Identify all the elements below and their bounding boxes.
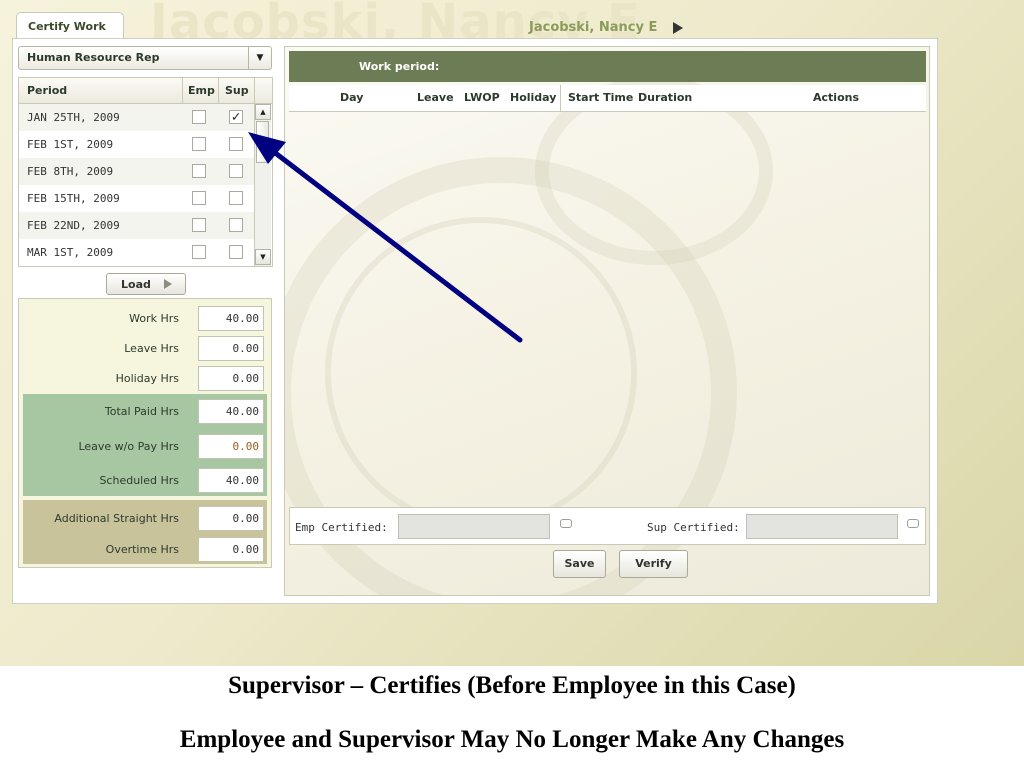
period-row[interactable]: FEB 8TH, 2009 [19, 158, 254, 185]
work-period-panel: Work period: Day Leave LWOP Holiday Star… [284, 46, 930, 596]
scheduled-hrs-field: 40.00 [198, 468, 264, 493]
period-date: MAR 1ST, 2009 [27, 246, 114, 259]
work-period-header: Work period: [289, 51, 926, 82]
col-day: Day [340, 91, 364, 104]
col-leave: Leave [417, 91, 454, 104]
period-row[interactable]: JAN 25TH, 2009 ✓ [19, 104, 254, 131]
header-divider [218, 78, 219, 103]
work-period-title: Work period: [359, 60, 440, 73]
current-user-name[interactable]: Jacobski, Nancy E [529, 20, 657, 35]
period-scrollbar[interactable]: ▲ ▼ [254, 104, 271, 266]
period-grid: Period Emp Sup JAN 25TH, 2009 ✓ FEB 1ST,… [18, 77, 273, 267]
col-holiday: Holiday [510, 91, 557, 104]
chevron-down-icon[interactable]: ▼ [248, 47, 271, 69]
header-sup: Sup [225, 84, 249, 97]
caption-line-2: Employee and Supervisor May No Longer Ma… [179, 726, 845, 753]
period-date: FEB 15TH, 2009 [27, 192, 120, 205]
load-button-label: Load [121, 278, 151, 291]
period-date: JAN 25TH, 2009 [27, 111, 120, 124]
leave-wo-pay-hrs-field: 0.00 [198, 434, 264, 459]
header-divider [254, 78, 255, 103]
period-date: FEB 22ND, 2009 [27, 219, 120, 232]
col-divider [560, 85, 561, 111]
period-date: FEB 1ST, 2009 [27, 138, 114, 151]
save-button[interactable]: Save [553, 550, 606, 578]
overtime-hrs-label: Overtime Hrs [105, 543, 179, 556]
total-paid-hrs-label: Total Paid Hrs [104, 405, 179, 418]
play-arrow-icon [164, 279, 172, 289]
col-actions: Actions [813, 91, 859, 104]
emp-checkbox[interactable] [192, 110, 206, 124]
header-period: Period [27, 84, 68, 97]
additional-straight-hrs-label: Additional Straight Hrs [54, 512, 179, 525]
additional-straight-hrs-field[interactable]: 0.00 [198, 506, 264, 531]
leave-wo-pay-hrs-label: Leave w/o Pay Hrs [78, 440, 179, 453]
sup-checkbox[interactable] [229, 191, 243, 205]
tab-certify-work[interactable]: Certify Work [16, 12, 124, 40]
period-row[interactable]: FEB 1ST, 2009 [19, 131, 254, 158]
role-select[interactable]: Human Resource Rep ▼ [18, 46, 272, 70]
certification-bar: Emp Certified: Sup Certified: [289, 507, 926, 545]
holiday-hrs-field: 0.00 [198, 366, 264, 391]
sup-certified-field [746, 514, 898, 539]
screenshot-area: Jacobski, Nancy E Certify Work Jacobski,… [0, 0, 1024, 666]
emp-certified-label: Emp Certified: [295, 521, 388, 534]
scheduled-hrs-label: Scheduled Hrs [99, 474, 179, 487]
total-paid-hrs-field: 40.00 [198, 399, 264, 424]
period-row[interactable]: FEB 15TH, 2009 [19, 185, 254, 212]
header-emp: Emp [188, 84, 215, 97]
sup-certified-label: Sup Certified: [647, 521, 740, 534]
scroll-thumb[interactable] [256, 121, 269, 163]
comment-bubble-icon[interactable] [907, 519, 919, 528]
scroll-down-icon[interactable]: ▼ [255, 249, 271, 265]
period-grid-header: Period Emp Sup [19, 78, 272, 104]
role-select-value: Human Resource Rep [27, 51, 160, 64]
emp-checkbox[interactable] [192, 164, 206, 178]
leave-hrs-field: 0.00 [198, 336, 264, 361]
emp-certified-field [398, 514, 550, 539]
load-button[interactable]: Load [106, 273, 186, 295]
header-divider [182, 78, 183, 103]
watch-ring-decor [325, 217, 637, 529]
work-hrs-field: 40.00 [198, 306, 264, 331]
user-expand-arrow-icon[interactable] [673, 22, 683, 34]
sup-checkbox[interactable]: ✓ [229, 110, 243, 124]
overtime-hrs-field[interactable]: 0.00 [198, 537, 264, 562]
period-row[interactable]: FEB 22ND, 2009 [19, 212, 254, 239]
emp-checkbox[interactable] [192, 218, 206, 232]
sup-checkbox[interactable] [229, 218, 243, 232]
sup-checkbox[interactable] [229, 164, 243, 178]
leave-hrs-label: Leave Hrs [124, 342, 179, 355]
work-period-columns: Day Leave LWOP Holiday Start Time Durati… [289, 85, 926, 112]
holiday-hrs-label: Holiday Hrs [115, 372, 179, 385]
sup-checkbox[interactable] [229, 137, 243, 151]
scroll-up-icon[interactable]: ▲ [255, 104, 271, 120]
work-hrs-label: Work Hrs [129, 312, 179, 325]
col-duration: Duration [638, 91, 693, 104]
col-lwop: LWOP [464, 91, 500, 104]
comment-bubble-icon[interactable] [560, 519, 572, 528]
verify-button[interactable]: Verify [619, 550, 688, 578]
col-start-time: Start Time [568, 91, 634, 104]
emp-checkbox[interactable] [192, 245, 206, 259]
caption-line-1: Supervisor – Certifies (Before Employee … [228, 672, 796, 699]
sup-checkbox[interactable] [229, 245, 243, 259]
period-date: FEB 8TH, 2009 [27, 165, 114, 178]
emp-checkbox[interactable] [192, 137, 206, 151]
period-row[interactable]: MAR 1ST, 2009 [19, 239, 254, 266]
hours-summary: Work Hrs 40.00 Leave Hrs 0.00 Holiday Hr… [18, 298, 272, 568]
emp-checkbox[interactable] [192, 191, 206, 205]
